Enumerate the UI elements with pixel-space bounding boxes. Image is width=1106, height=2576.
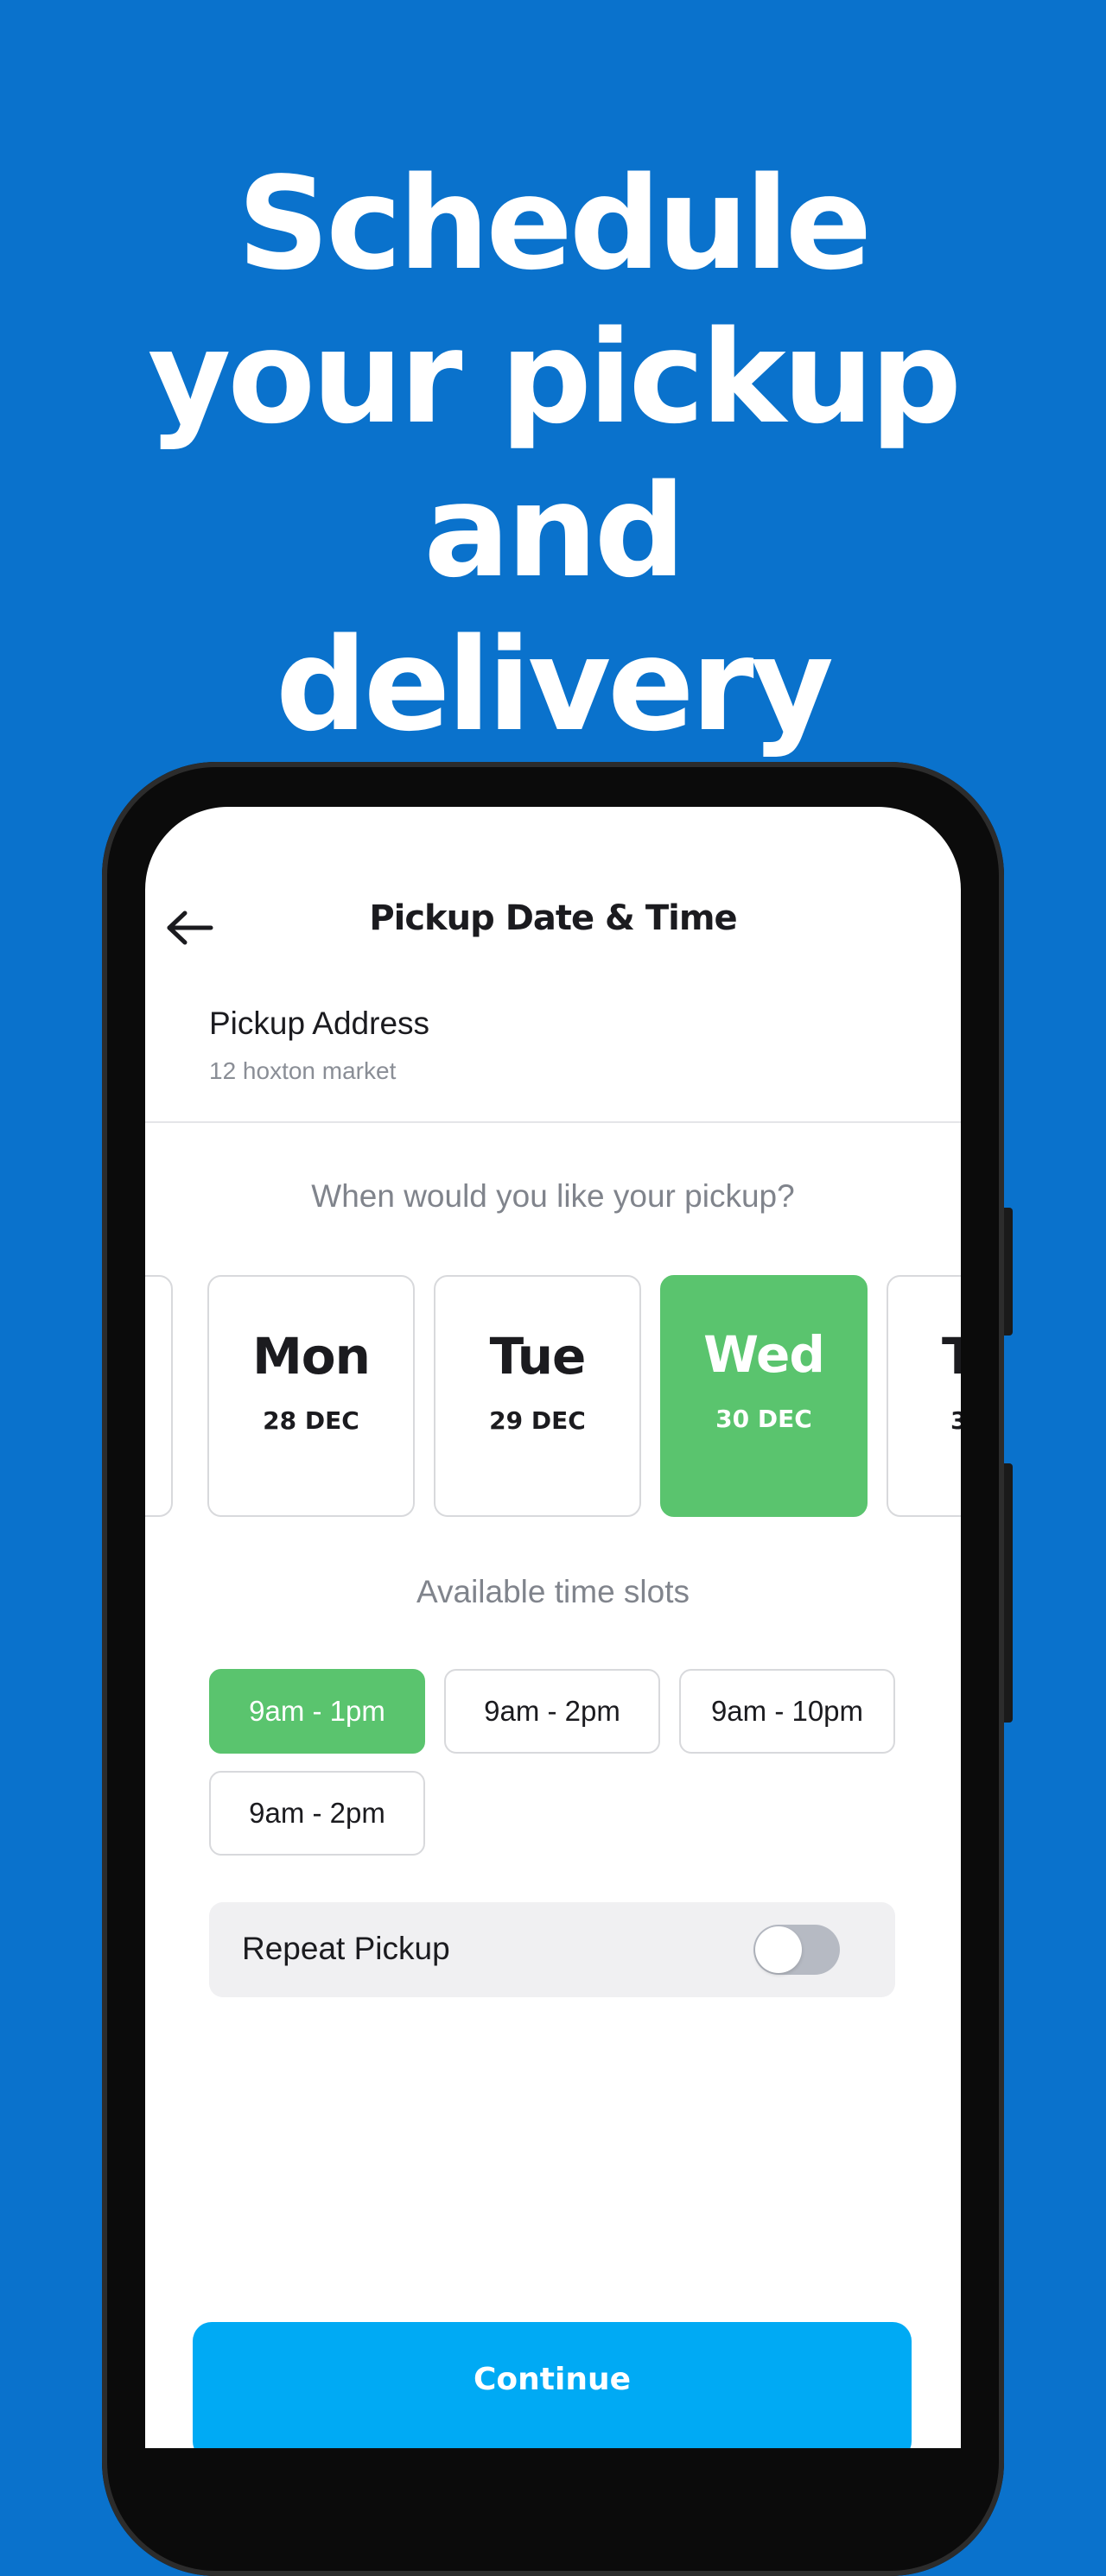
phone-screen: Pickup Date & Time Pickup Address 12 hox…	[145, 807, 961, 2448]
day-card-thu[interactable]: T 3	[887, 1275, 961, 1517]
day-date: 30 DEC	[715, 1405, 812, 1433]
headline-line-1: Schedule	[237, 149, 872, 298]
time-slot-button[interactable]: 9am - 1pm	[209, 1669, 425, 1754]
repeat-pickup-toggle[interactable]	[753, 1925, 840, 1975]
day-name: Mon	[252, 1327, 371, 1386]
continue-button[interactable]: Continue	[193, 2322, 912, 2448]
page-title: Pickup Date & Time	[369, 898, 737, 938]
day-name: T	[942, 1327, 961, 1386]
day-card[interactable]	[145, 1275, 173, 1517]
headline-line-2: your pickup and	[147, 303, 962, 606]
pickup-question: When would you like your pickup?	[311, 1178, 795, 1214]
day-name: Tue	[489, 1327, 587, 1386]
day-card-wed[interactable]: Wed 30 DEC	[660, 1275, 868, 1517]
time-slots-title: Available time slots	[416, 1574, 690, 1609]
divider	[145, 1121, 961, 1123]
headline-line-3: delivery	[275, 611, 834, 759]
pickup-address-label: Pickup Address	[209, 1006, 430, 1041]
headline: Schedule your pickup and delivery	[0, 147, 1106, 762]
day-card-tue[interactable]: Tue 29 DEC	[434, 1275, 641, 1517]
day-card-mon[interactable]: Mon 28 DEC	[207, 1275, 415, 1517]
day-name: Wed	[703, 1325, 825, 1384]
day-date: 28 DEC	[263, 1406, 359, 1435]
toggle-knob	[755, 1926, 802, 1973]
time-slot-button[interactable]: 9am - 10pm	[679, 1669, 895, 1754]
repeat-pickup-label: Repeat Pickup	[242, 1931, 450, 1966]
day-date: 3	[950, 1406, 961, 1435]
day-date: 29 DEC	[489, 1406, 586, 1435]
time-slot-button[interactable]: 9am - 2pm	[444, 1669, 660, 1754]
repeat-pickup-row: Repeat Pickup	[209, 1902, 895, 1997]
pickup-address-value: 12 hoxton market	[209, 1057, 397, 1084]
time-slot-button[interactable]: 9am - 2pm	[209, 1771, 425, 1856]
